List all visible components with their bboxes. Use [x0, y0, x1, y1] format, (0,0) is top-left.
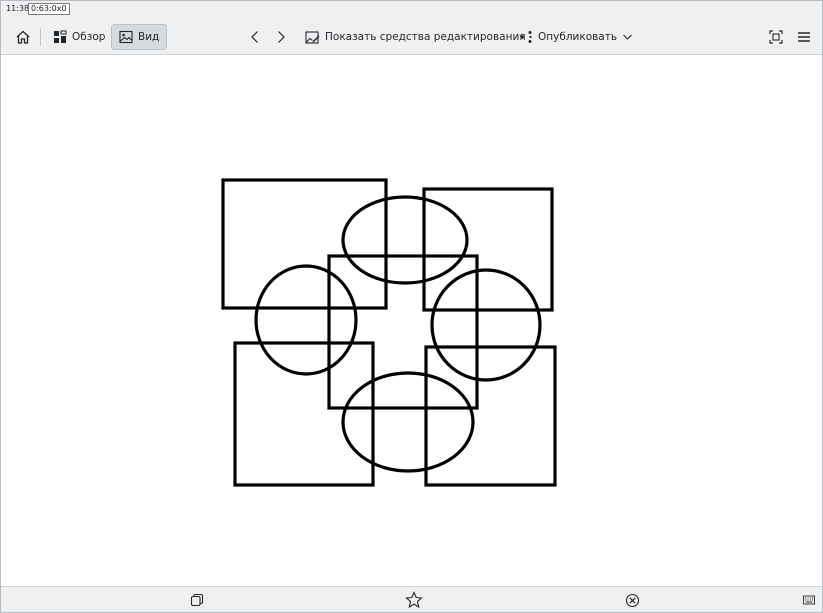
main-toolbar: Обзор Вид Показать средства редактирован…	[1, 19, 822, 55]
square-bottom-right	[424, 345, 557, 487]
image-viewer-window: 11:38 0:63:0x0 Обзор Вид Показать средст…	[0, 0, 823, 613]
circle-x-icon	[625, 593, 639, 607]
overview-button[interactable]: Обзор	[48, 24, 110, 50]
favorite-button[interactable]	[403, 590, 425, 610]
image-canvas[interactable]	[1, 56, 822, 586]
image-icon	[119, 30, 133, 44]
toolbar-separator	[40, 28, 41, 46]
image-edit-icon	[305, 30, 320, 44]
fullscreen-icon	[769, 30, 783, 44]
circle-right	[430, 268, 542, 382]
show-edit-tools-button[interactable]: Показать средства редактирования	[301, 24, 530, 50]
overview-label: Обзор	[72, 31, 106, 43]
publish-label: Опубликовать	[538, 31, 618, 43]
ellipse-top	[341, 195, 469, 285]
home-button[interactable]	[11, 24, 35, 50]
previous-button[interactable]	[245, 24, 265, 50]
geometry-indicator: 0:63:0x0	[28, 3, 70, 15]
next-button[interactable]	[271, 24, 291, 50]
grid-icon	[54, 30, 67, 43]
view-label: Вид	[138, 31, 160, 43]
menu-button[interactable]	[793, 24, 815, 50]
share-icon	[520, 31, 532, 43]
fullscreen-button[interactable]	[765, 24, 787, 50]
status-strip: 11:38 0:63:0x0	[1, 1, 822, 19]
delete-button[interactable]	[621, 590, 643, 610]
square-top-left	[221, 178, 388, 310]
copy-icon	[190, 593, 204, 607]
bottom-action-bar	[1, 586, 822, 612]
star-icon	[405, 591, 423, 609]
hamburger-menu-icon	[798, 32, 810, 42]
view-button[interactable]: Вид	[111, 24, 168, 50]
publish-button[interactable]: Опубликовать	[515, 24, 637, 50]
chevron-down-icon	[623, 34, 632, 40]
chevron-right-icon	[278, 31, 285, 43]
virtual-keyboard-button[interactable]	[798, 590, 820, 610]
circle-left	[254, 264, 358, 376]
chevron-left-icon	[251, 31, 258, 43]
show-edit-tools-label: Показать средства редактирования	[325, 31, 526, 43]
keyboard-icon	[803, 595, 815, 605]
copy-button[interactable]	[186, 590, 208, 610]
ellipse-bottom	[341, 371, 475, 473]
clock: 11:38	[6, 4, 30, 13]
displayed-image	[221, 178, 557, 487]
square-bottom-left	[233, 341, 375, 487]
home-icon	[16, 30, 30, 44]
